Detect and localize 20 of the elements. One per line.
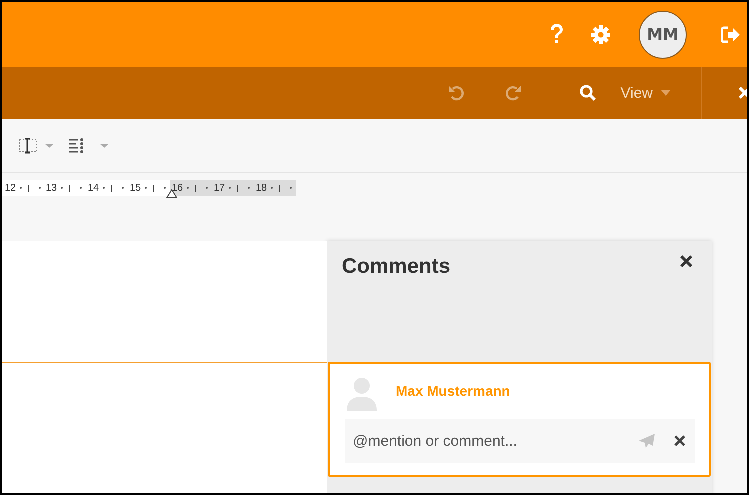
logout-icon[interactable] (721, 26, 741, 44)
author-name: Max Mustermann (396, 383, 510, 399)
list-options-icon[interactable] (68, 138, 110, 154)
search-icon[interactable] (578, 84, 597, 102)
cancel-icon[interactable] (674, 435, 686, 447)
text-box-icon[interactable] (19, 138, 55, 154)
help-icon[interactable] (549, 24, 565, 46)
ruler-number: 15 (130, 182, 142, 194)
ruler-number: 18 (256, 182, 268, 194)
user-silhouette-icon (345, 375, 379, 411)
settings-icon[interactable] (591, 24, 611, 44)
ruler-number: 16 (172, 182, 184, 194)
close-icon[interactable] (680, 255, 693, 268)
panel-title: Comments (342, 255, 451, 279)
ruler-number: 13 (46, 182, 58, 194)
comment-input[interactable]: @mention or comment... (345, 419, 695, 463)
ruler-number: 17 (214, 182, 226, 194)
ruler-number: 12 (5, 182, 16, 194)
ruler-number: 14 (88, 182, 100, 194)
user-avatar[interactable]: MM (639, 10, 687, 58)
